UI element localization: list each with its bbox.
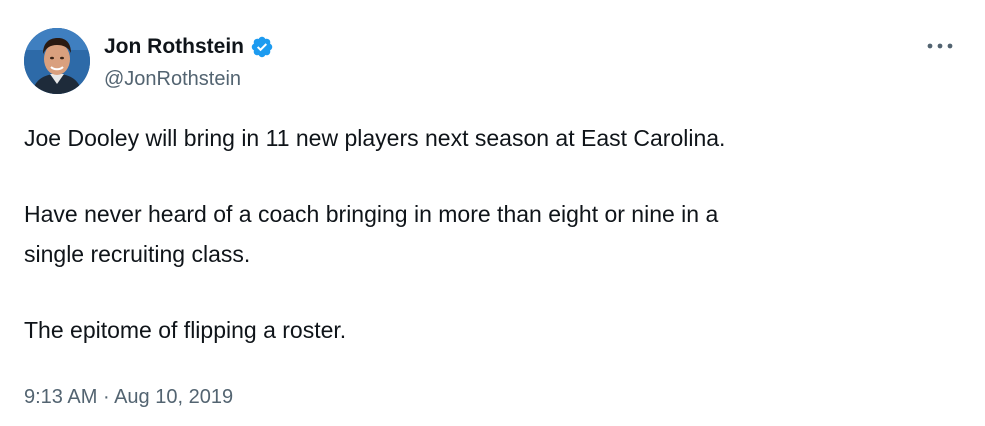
verified-badge-icon[interactable] xyxy=(250,35,274,59)
tweet-paragraph: single recruiting class. xyxy=(24,241,251,267)
tweet-time[interactable]: 9:13 AM xyxy=(24,386,97,408)
tweet-date[interactable]: Aug 10, 2019 xyxy=(114,386,233,408)
author-name-row: Jon Rothstein xyxy=(104,33,274,61)
author-display-name[interactable]: Jon Rothstein xyxy=(104,33,244,61)
tweet-paragraph: Joe Dooley will bring in 11 new players … xyxy=(24,125,726,151)
tweet-timestamp[interactable]: 9:13 AM · Aug 10, 2019 xyxy=(24,382,233,412)
timestamp-separator: · xyxy=(102,386,110,408)
more-options-icon xyxy=(927,43,953,49)
more-options-button[interactable] xyxy=(920,32,960,60)
avatar[interactable] xyxy=(24,28,90,94)
tweet-paragraph: Have never heard of a coach bringing in … xyxy=(24,201,719,227)
tweet-text: Joe Dooley will bring in 11 new players … xyxy=(24,118,954,350)
author-handle[interactable]: @JonRothstein xyxy=(104,66,241,92)
tweet-card: Jon Rothstein @JonRothstein Joe Dooley w… xyxy=(0,0,985,426)
tweet-paragraph: The epitome of flipping a roster. xyxy=(24,317,347,343)
